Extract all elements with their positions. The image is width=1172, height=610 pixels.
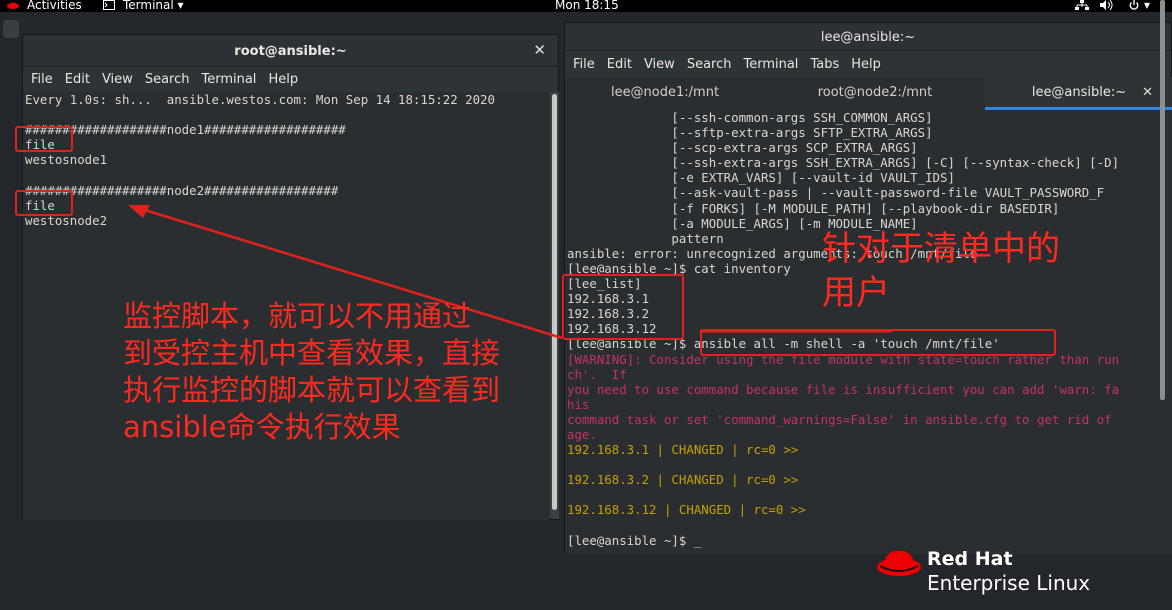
warning-line: age. (567, 426, 597, 442)
menu-file[interactable]: File (573, 57, 595, 72)
app-menu-button[interactable]: Terminal ▾ (123, 0, 184, 12)
tab-label: lee@ansible:~ (1031, 85, 1127, 100)
watch-terminal-window[interactable]: root@ansible:~ ✕ File Edit View Search T… (22, 34, 559, 520)
warning-line: command task or set 'command_warnings=Fa… (567, 411, 1112, 427)
tab-node2[interactable]: root@node2:/mnt (765, 77, 985, 110)
system-menu-caret-icon[interactable]: ▾ (1144, 0, 1150, 11)
close-icon[interactable]: ✕ (533, 41, 546, 59)
scrollbar-thumb[interactable] (1160, 0, 1165, 400)
tab-ansible[interactable]: lee@ansible:~ ✕ (985, 77, 1172, 110)
window-titlebar[interactable]: root@ansible:~ ✕ (23, 35, 558, 67)
tab-node1[interactable]: lee@node1:/mnt (565, 77, 765, 110)
terminal-line: westosnode1 (25, 152, 108, 168)
menu-help[interactable]: Help (851, 57, 881, 72)
activities-button[interactable]: Activities (27, 0, 82, 11)
warning-line: ch'. If (567, 366, 627, 382)
warning-line: you need to use command because file is … (567, 381, 1120, 397)
terminal-line: ###################node1################… (25, 122, 346, 138)
caret-down-icon: ▾ (177, 0, 184, 12)
menu-help[interactable]: Help (268, 72, 298, 87)
menu-search[interactable]: Search (145, 72, 190, 87)
menu-edit[interactable]: Edit (65, 72, 90, 87)
menu-view[interactable]: View (102, 72, 133, 87)
tab-label: lee@node1:/mnt (610, 85, 720, 100)
result-line (567, 487, 1172, 502)
top-bar: Activities Terminal ▾ Mon 18:15 ▾ (0, 0, 1172, 12)
result-line (567, 457, 1172, 472)
warning-line: his (567, 396, 590, 412)
menu-terminal[interactable]: Terminal (201, 72, 256, 87)
result-line: 192.168.3.2 | CHANGED | rc=0 >> (567, 472, 799, 488)
branding-line2: Enterprise Linux (927, 571, 1091, 595)
terminal-line: Every 1.0s: sh... ansible.westos.com: Mo… (25, 92, 495, 107)
terminal-line: [--ask-vault-pass | --vault-password-fil… (567, 185, 1105, 201)
redhat-logo-icon (876, 548, 922, 582)
menu-search[interactable]: Search (687, 57, 732, 72)
window-title: lee@ansible:~ (820, 30, 916, 45)
terminal-line: 192.168.3.12 (567, 321, 657, 337)
terminal-line: westosnode2 (25, 212, 108, 228)
result-line (567, 518, 1172, 533)
dock-handle[interactable] (3, 20, 19, 38)
prompt-line: [lee@ansible ~]$ _ (567, 532, 702, 548)
result-line: 192.168.3.12 | CHANGED | rc=0 >> (567, 502, 806, 518)
network-icon[interactable] (1075, 0, 1089, 11)
menu-bar: File Edit View Search Terminal Tabs Help (565, 51, 1171, 77)
app-menu-label: Terminal (123, 0, 174, 12)
menu-bar: File Edit View Search Terminal Help (23, 67, 558, 91)
window-title: root@ansible:~ (234, 44, 347, 59)
terminal-line: [--ssh-common-args SSH_COMMON_ARGS] (567, 110, 933, 125)
scrollbar-thumb[interactable] (552, 94, 557, 510)
menu-terminal[interactable]: Terminal (743, 57, 798, 72)
redhat-small-icon (6, 0, 20, 11)
menu-tabs[interactable]: Tabs (810, 57, 839, 72)
terminal-line: [--sftp-extra-args SFTP_EXTRA_ARGS] (567, 125, 933, 141)
terminal-line: [--ssh-extra-args SSH_EXTRA_ARGS] [-C] [… (567, 155, 1120, 171)
terminal-output[interactable]: [--ssh-common-args SSH_COMMON_ARGS] [--s… (565, 110, 1172, 554)
tab-label: root@node2:/mnt (817, 85, 933, 100)
menu-edit[interactable]: Edit (607, 57, 632, 72)
right-annotation-note: 针对于清单中的 用户 (822, 229, 1060, 313)
tab-bar: lee@node1:/mnt root@node2:/mnt lee@ansib… (565, 77, 1172, 110)
terminal-line: file (25, 197, 55, 213)
result-line: 192.168.3.1 | CHANGED | rc=0 >> (567, 442, 799, 458)
close-tab-icon[interactable]: ✕ (1142, 77, 1153, 108)
terminal-line: [lee@ansible ~]$ ansible all -m shell -a… (567, 336, 1000, 352)
scrollbar[interactable] (550, 92, 559, 519)
clock[interactable]: Mon 18:15 (555, 0, 619, 11)
branding-line1: Red Hat (927, 548, 1013, 570)
terminal-app-icon (103, 0, 115, 11)
menu-view[interactable]: View (644, 57, 675, 72)
terminal-line: file (25, 137, 55, 153)
volume-icon[interactable] (1100, 0, 1114, 11)
menu-file[interactable]: File (31, 72, 53, 87)
window-titlebar[interactable]: lee@ansible:~ (565, 23, 1171, 51)
warning-line: [WARNING]: Consider using the file modul… (567, 351, 1120, 367)
terminal-line: [-e EXTRA_VARS] [--vault-id VAULT_IDS] (567, 170, 955, 186)
left-annotation-note: 监控脚本，就可以不用通过 到受控主机中查看效果，直接 执行监控的脚本就可以查看到… (123, 299, 501, 444)
terminal-line: [--scp-extra-args SCP_EXTRA_ARGS] (567, 140, 918, 156)
terminal-line: [-f FORKS] [-M MODULE_PATH] [--playbook-… (567, 200, 1060, 216)
terminal-line: ###################node2################… (25, 182, 339, 198)
right-window-scrollbar[interactable] (1156, 0, 1172, 610)
power-icon[interactable] (1128, 0, 1140, 11)
